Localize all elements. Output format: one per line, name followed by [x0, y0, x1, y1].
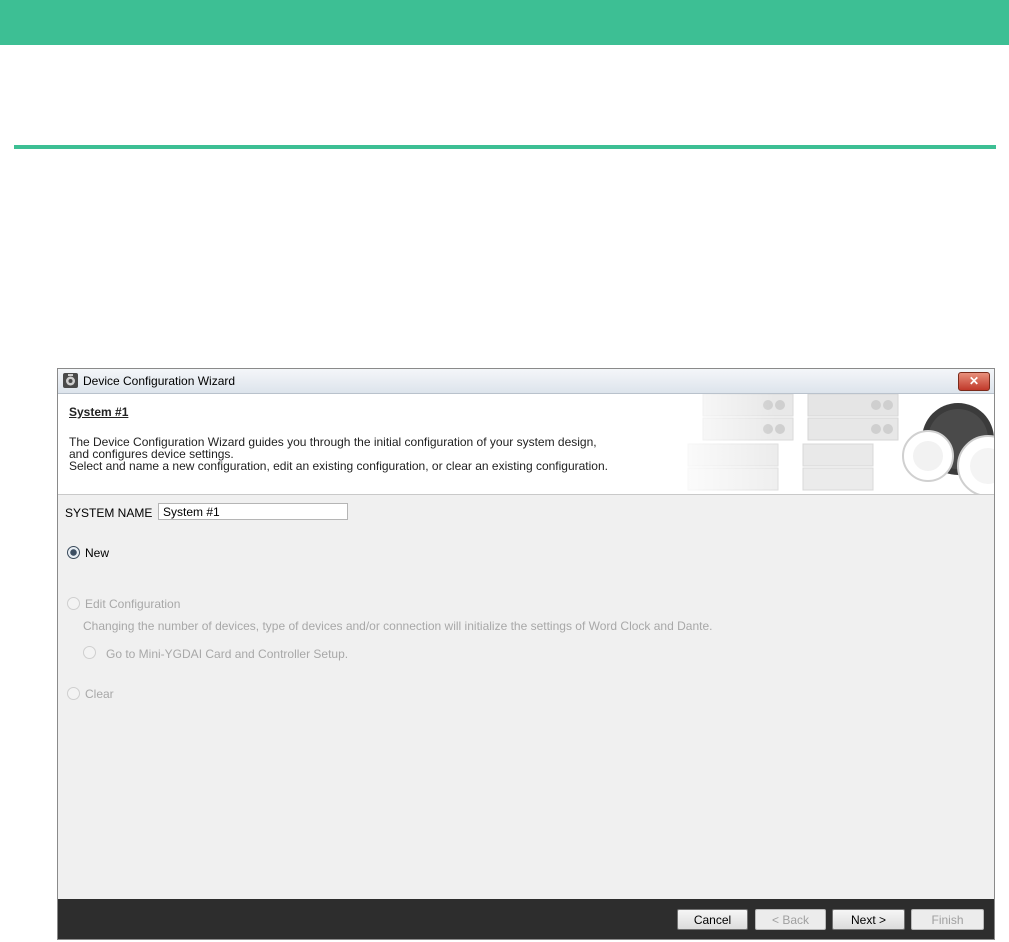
header-description: The Device Configuration Wizard guides y… — [69, 436, 608, 472]
clear-label[interactable]: Clear — [85, 687, 114, 701]
section-divider — [14, 145, 996, 149]
edit-configuration-label[interactable]: Edit Configuration — [85, 597, 180, 611]
back-button[interactable]: < Back — [755, 909, 826, 930]
description-line: Select and name a new configuration, edi… — [69, 459, 608, 473]
close-button[interactable]: ✕ — [958, 372, 990, 391]
system-name-input[interactable] — [158, 503, 348, 520]
system-name-label: SYSTEM NAME — [65, 506, 153, 520]
top-accent-band — [0, 0, 1009, 45]
finish-button[interactable]: Finish — [911, 909, 984, 930]
new-radio[interactable] — [67, 546, 80, 559]
mini-ygdai-label[interactable]: Go to Mini-YGDAI Card and Controller Set… — [106, 647, 348, 661]
wizard-header: System #1 The Device Configuration Wizar… — [58, 394, 994, 495]
edit-configuration-note: Changing the number of devices, type of … — [83, 619, 713, 633]
new-label[interactable]: New — [85, 546, 109, 560]
title-bar[interactable]: Device Configuration Wizard ✕ — [58, 369, 994, 394]
next-button[interactable]: Next > — [832, 909, 905, 930]
edit-configuration-radio[interactable] — [67, 597, 80, 610]
page-title: System #1 — [69, 405, 129, 419]
cancel-button[interactable]: Cancel — [677, 909, 748, 930]
app-icon — [63, 373, 78, 388]
window-title: Device Configuration Wizard — [83, 374, 236, 388]
button-bar: Cancel < Back Next > Finish — [58, 899, 994, 939]
wizard-window: Device Configuration Wizard ✕ System #1 … — [57, 368, 995, 940]
clear-radio[interactable] — [67, 687, 80, 700]
close-icon: ✕ — [968, 374, 980, 388]
mini-ygdai-radio[interactable] — [83, 646, 96, 659]
device-rack-illustration — [658, 394, 994, 494]
